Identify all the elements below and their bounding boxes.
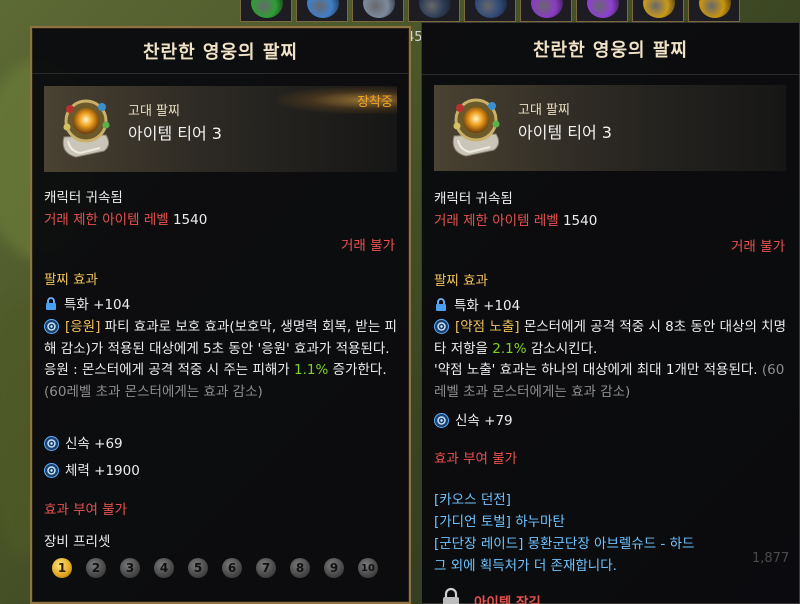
effect-text: 감소시킨다. [530, 340, 598, 357]
bracelet-icon [62, 99, 110, 158]
effect-text: 증가한다. [332, 362, 387, 378]
effect-value: 2.1% [492, 340, 527, 357]
preset-button-10[interactable]: 10 [358, 558, 378, 578]
gem-icon [643, 0, 675, 18]
item-header-card: 고대 팔찌 아이템 티어 3 장착중 [44, 86, 397, 172]
gem-icon [531, 0, 563, 18]
item-slot-2[interactable] [296, 0, 348, 22]
preset-label: 장비 프리셋 [44, 534, 111, 550]
effect-heading: 팔찌 효과 [434, 273, 488, 289]
trade-status: 거래 불가 [731, 239, 785, 255]
effect-tag: [응원] [65, 319, 101, 335]
item-slot-5[interactable] [464, 0, 516, 22]
swirl-effect-icon [44, 319, 59, 334]
item-grade: 고대 팔찌 [128, 104, 180, 119]
gem-icon [251, 0, 283, 18]
trade-status: 거래 불가 [341, 238, 395, 254]
stat-specialization: 특화 +104 [434, 294, 520, 314]
item-slot-3[interactable] [352, 0, 404, 22]
restriction-label: 거래 제한 아이템 레벨 [44, 212, 169, 228]
stat-value: 특화 +104 [454, 298, 521, 314]
effect-text: 응원 : 몬스터에게 공격 적중 시 주는 피해가 [44, 362, 290, 378]
stat-vitality: 체력 +1900 [44, 459, 140, 479]
item-slot-4[interactable] [408, 0, 460, 22]
preset-button-9[interactable]: 9 [324, 558, 344, 578]
preset-button-8[interactable]: 8 [290, 558, 310, 578]
trade-restriction: 거래 제한 아이템 레벨 1540 [44, 208, 207, 228]
preset-button-1[interactable]: 1 [52, 558, 72, 578]
gem-icon [419, 0, 451, 18]
gem-icon [307, 0, 339, 18]
stat-swiftness: 신속 +79 [434, 409, 513, 429]
preset-button-5[interactable]: 5 [188, 558, 208, 578]
faint-number: 1,877 [752, 551, 790, 566]
source-entry[interactable]: [카오스 던전] [434, 488, 511, 508]
equipped-badge: 장착중 [277, 86, 397, 114]
gem-icon [363, 0, 395, 18]
lock-icon [46, 297, 56, 310]
item-lock-icon [443, 587, 459, 604]
item-header-card: 고대 팔찌 아이템 티어 3 [434, 85, 786, 171]
bound-status: 캐릭터 귀속됨 [434, 191, 513, 207]
effect-description: [응원] 파티 효과로 보호 효과(보호막, 생명력 회복, 받는 피해 감소)… [44, 317, 399, 403]
swirl-effect-icon [434, 413, 449, 428]
swirl-effect-icon [434, 319, 449, 334]
item-lock-label: 아이템 잠김 [474, 595, 541, 604]
preset-selector: 1 2 3 4 5 6 7 8 9 10 [52, 558, 378, 578]
effect-heading: 팔찌 효과 [44, 272, 98, 288]
stat-swiftness: 신속 +69 [44, 432, 123, 452]
trade-restriction: 거래 제한 아이템 레벨 1540 [434, 209, 597, 229]
item-slot-9[interactable] [688, 0, 740, 22]
item-tier: 아이템 티어 3 [518, 123, 612, 142]
effect-text: '약점 노출' 효과는 하나의 대상에게 최대 1개만 적용된다. [434, 362, 758, 378]
gem-icon [699, 0, 731, 18]
preset-button-7[interactable]: 7 [256, 558, 276, 578]
restriction-label: 거래 제한 아이템 레벨 [434, 213, 559, 229]
bound-status: 캐릭터 귀속됨 [44, 190, 123, 206]
stat-value: 신속 +79 [455, 413, 513, 429]
effect-note: (60레벨 초과 몬스터에게는 효과 감소) [44, 383, 263, 400]
preset-button-3[interactable]: 3 [120, 558, 140, 578]
item-slot-7[interactable] [576, 0, 628, 22]
item-slot-8[interactable] [632, 0, 684, 22]
source-more: 그 외에 획득처가 더 존재합니다. [434, 558, 617, 574]
item-slot-1[interactable] [240, 0, 292, 22]
swirl-effect-icon [44, 436, 59, 451]
restriction-value: 1540 [172, 212, 208, 228]
swirl-effect-icon [44, 463, 59, 478]
preset-button-6[interactable]: 6 [222, 558, 242, 578]
compare-bracelet-tooltip: 찬란한 영웅의 팔찌 고대 팔찌 아이템 티어 3 캐릭터 귀속됨 거래 제한 … [421, 22, 800, 604]
stat-value: 체력 +1900 [65, 463, 140, 479]
equipped-bracelet-tooltip: 찬란한 영웅의 팔찌 고대 팔찌 아이템 티어 3 장착중 캐릭터 귀속됨 거래 [30, 26, 411, 604]
item-slot-bar [240, 0, 800, 22]
lock-icon [436, 298, 446, 311]
effect-description: [약점 노출] 몬스터에게 공격 적중 시 8초 동안 대상의 치명타 저항을 … [434, 317, 790, 403]
preset-button-2[interactable]: 2 [86, 558, 106, 578]
preset-button-4[interactable]: 4 [154, 558, 174, 578]
source-entry[interactable]: [군단장 레이드] 몽환군단장 아브렐슈드 - 하드 [434, 532, 694, 552]
gem-icon [587, 0, 619, 18]
no-effect-grant: 효과 부여 불가 [434, 451, 518, 467]
item-tier: 아이템 티어 3 [128, 124, 222, 143]
equipped-label: 장착중 [357, 94, 393, 110]
stat-value: 특화 +104 [64, 297, 131, 313]
stat-specialization: 특화 +104 [44, 293, 130, 313]
stat-value: 신속 +69 [65, 436, 123, 452]
item-slot-6[interactable] [520, 0, 572, 22]
restriction-value: 1540 [562, 213, 598, 229]
tooltip-title: 찬란한 영웅의 팔찌 [422, 23, 799, 75]
effect-tag: [약점 노출] [455, 319, 520, 335]
bracelet-icon [452, 98, 500, 157]
source-entry[interactable]: [가디언 토벌] 하누마탄 [434, 510, 565, 530]
effect-value: 1.1% [294, 362, 329, 378]
item-grade: 고대 팔찌 [518, 103, 570, 118]
gem-icon [475, 0, 507, 18]
no-effect-grant: 효과 부여 불가 [44, 502, 128, 518]
tooltip-title: 찬란한 영웅의 팔찌 [32, 28, 409, 74]
